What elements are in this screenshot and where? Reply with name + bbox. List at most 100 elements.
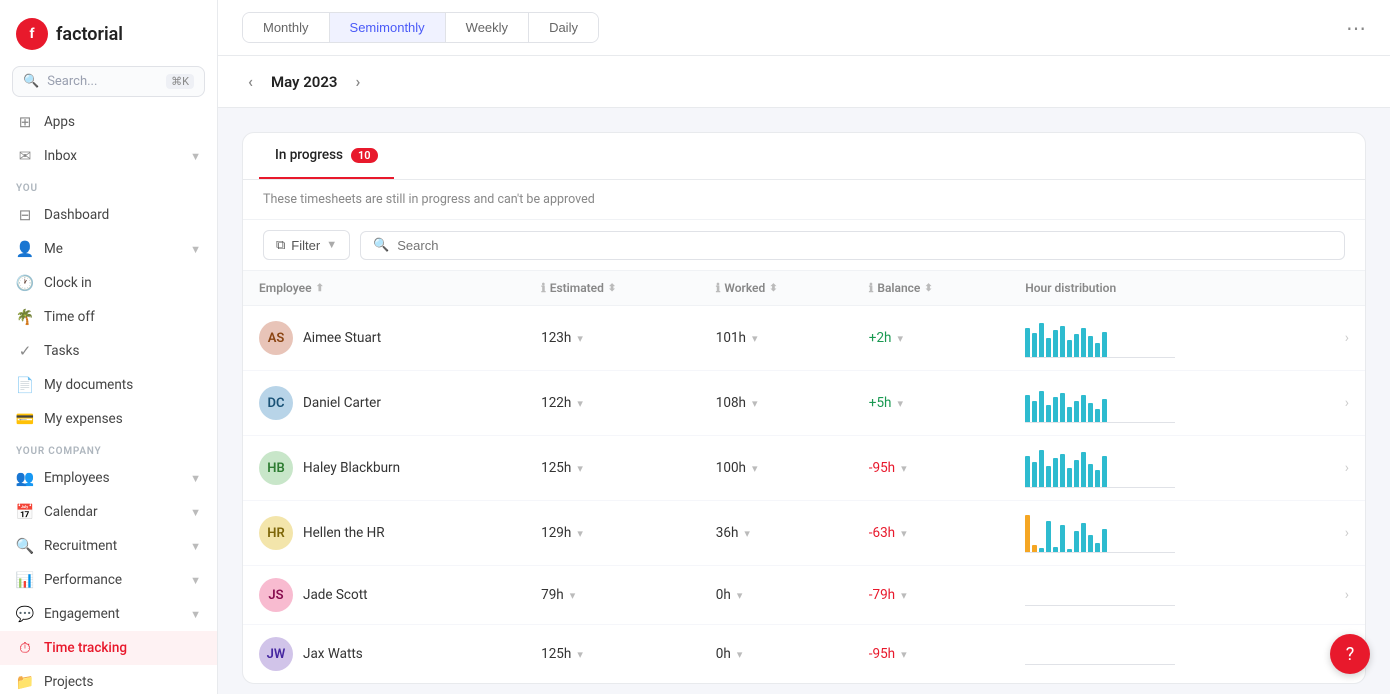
employee-name: Haley Blackburn xyxy=(303,460,400,476)
sidebar-item-my-expenses[interactable]: 💳 My expenses xyxy=(0,402,217,436)
tab-in-progress-label: In progress xyxy=(275,147,343,163)
chevron-down-icon[interactable]: ▾ xyxy=(901,462,907,475)
avatar: DC xyxy=(259,386,293,420)
sidebar-item-projects[interactable]: 📁 Projects xyxy=(0,665,217,694)
sidebar-item-engagement[interactable]: 💬 Engagement ▼ xyxy=(0,597,217,631)
help-button[interactable]: ? xyxy=(1330,634,1370,674)
employee-info: HR Hellen the HR xyxy=(259,516,509,550)
search-icon: 🔍 xyxy=(373,238,389,253)
current-period: May 2023 xyxy=(271,73,338,91)
sidebar-item-label: Tasks xyxy=(44,343,79,359)
navigate-row-button[interactable]: › xyxy=(1322,460,1349,476)
sidebar: f factorial 🔍 Search... ⌘K ⊞ Apps ✉ Inbo… xyxy=(0,0,218,694)
row-action-cell: › xyxy=(1306,371,1365,436)
worked-value: 0h xyxy=(716,587,731,603)
recruitment-icon: 🔍 xyxy=(16,537,34,555)
sidebar-item-label: Time tracking xyxy=(44,640,127,656)
sidebar-item-apps[interactable]: ⊞ Apps xyxy=(0,105,217,139)
inbox-icon: ✉ xyxy=(16,147,34,165)
row-action-cell: › xyxy=(1306,501,1365,566)
bar xyxy=(1032,401,1037,423)
estimated-cell: 129h ▾ xyxy=(525,501,700,566)
main-content: Monthly Semimonthly Weekly Daily ⋯ ‹ May… xyxy=(218,0,1390,694)
table-tabs: In progress 10 xyxy=(243,133,1365,180)
employee-cell: AS Aimee Stuart xyxy=(243,306,525,371)
sidebar-item-calendar[interactable]: 📅 Calendar ▼ xyxy=(0,495,217,529)
more-options-icon[interactable]: ⋯ xyxy=(1346,16,1366,40)
sidebar-item-dashboard[interactable]: ⊟ Dashboard xyxy=(0,198,217,232)
you-section-label: YOU xyxy=(0,173,217,198)
bar xyxy=(1053,458,1058,488)
prev-period-button[interactable]: ‹ xyxy=(242,70,259,93)
estimated-cell: 79h ▾ xyxy=(525,566,700,625)
chevron-down-icon[interactable]: ▾ xyxy=(901,527,907,540)
chevron-down-icon[interactable]: ▾ xyxy=(897,332,903,345)
sidebar-item-tasks[interactable]: ✓ Tasks xyxy=(0,334,217,368)
sidebar-item-me[interactable]: 👤 Me ▼ xyxy=(0,232,217,266)
search-button[interactable]: 🔍 Search... ⌘K xyxy=(12,66,205,97)
chevron-down-icon[interactable]: ▾ xyxy=(752,397,758,410)
filter-label: Filter xyxy=(291,238,320,253)
sidebar-item-label: Performance xyxy=(44,572,122,588)
chevron-down-icon[interactable]: ▾ xyxy=(897,397,903,410)
sidebar-item-performance[interactable]: 📊 Performance ▼ xyxy=(0,563,217,597)
tab-in-progress[interactable]: In progress 10 xyxy=(259,133,394,179)
balance-value: -95h xyxy=(869,646,895,662)
col-actions xyxy=(1306,271,1365,306)
tab-daily[interactable]: Daily xyxy=(529,13,598,42)
chevron-down-icon[interactable]: ▾ xyxy=(737,589,743,602)
sort-icon[interactable]: ⬍ xyxy=(924,283,932,294)
chevron-down-icon[interactable]: ▾ xyxy=(577,332,583,345)
balance-cell: -95h ▾ xyxy=(853,625,1009,684)
tab-weekly[interactable]: Weekly xyxy=(446,13,529,42)
worked-value: 108h xyxy=(716,395,746,411)
sort-icon[interactable]: ⬍ xyxy=(769,283,777,294)
bar xyxy=(1074,401,1079,423)
navigate-row-button[interactable]: › xyxy=(1322,330,1349,346)
employee-cell: HR Hellen the HR xyxy=(243,501,525,566)
sidebar-item-inbox[interactable]: ✉ Inbox ▼ xyxy=(0,139,217,173)
sidebar-item-label: Me xyxy=(44,241,63,257)
chevron-down-icon[interactable]: ▾ xyxy=(577,527,583,540)
hour-chart xyxy=(1025,513,1175,553)
chevron-down-icon[interactable]: ▾ xyxy=(744,527,750,540)
bar xyxy=(1053,397,1058,423)
table-search-input[interactable] xyxy=(397,238,1332,253)
employee-info: HB Haley Blackburn xyxy=(259,451,509,485)
tab-semimonthly[interactable]: Semimonthly xyxy=(330,13,446,42)
apps-icon: ⊞ xyxy=(16,113,34,131)
sidebar-item-clock-in[interactable]: 🕐 Clock in xyxy=(0,266,217,300)
time-off-icon: 🌴 xyxy=(16,308,34,326)
sort-icon[interactable]: ⬍ xyxy=(608,283,616,294)
chevron-down-icon[interactable]: ▾ xyxy=(752,462,758,475)
sort-icon[interactable]: ⬆ xyxy=(316,283,324,294)
next-period-button[interactable]: › xyxy=(349,70,366,93)
sidebar-item-employees[interactable]: 👥 Employees ▼ xyxy=(0,461,217,495)
avatar: HR xyxy=(259,516,293,550)
worked-value: 100h xyxy=(716,460,746,476)
sidebar-item-time-off[interactable]: 🌴 Time off xyxy=(0,300,217,334)
tab-monthly[interactable]: Monthly xyxy=(243,13,330,42)
chevron-down-icon[interactable]: ▾ xyxy=(737,648,743,661)
sidebar-item-my-documents[interactable]: 📄 My documents xyxy=(0,368,217,402)
navigate-row-button[interactable]: › xyxy=(1322,587,1349,603)
chevron-down-icon[interactable]: ▾ xyxy=(752,332,758,345)
chevron-down-icon[interactable]: ▾ xyxy=(901,589,907,602)
engagement-icon: 💬 xyxy=(16,605,34,623)
navigate-row-button[interactable]: › xyxy=(1322,525,1349,541)
navigate-row-button[interactable]: › xyxy=(1322,395,1349,411)
chevron-down-icon[interactable]: ▾ xyxy=(570,589,576,602)
in-progress-badge: 10 xyxy=(351,148,378,163)
sidebar-item-recruitment[interactable]: 🔍 Recruitment ▼ xyxy=(0,529,217,563)
row-action-cell: › xyxy=(1306,436,1365,501)
worked-cell: 0h ▾ xyxy=(700,566,853,625)
estimated-value: 129h xyxy=(541,525,571,541)
sidebar-item-time-tracking[interactable]: ⏱ Time tracking xyxy=(0,631,217,665)
col-hour-distribution: Hour distribution xyxy=(1009,271,1306,306)
estimated-cell: 125h ▾ xyxy=(525,625,700,684)
filter-button[interactable]: ⧉ Filter ▼ xyxy=(263,230,350,260)
chevron-down-icon[interactable]: ▾ xyxy=(577,648,583,661)
chevron-down-icon[interactable]: ▾ xyxy=(901,648,907,661)
chevron-down-icon[interactable]: ▾ xyxy=(577,397,583,410)
chevron-down-icon[interactable]: ▾ xyxy=(577,462,583,475)
